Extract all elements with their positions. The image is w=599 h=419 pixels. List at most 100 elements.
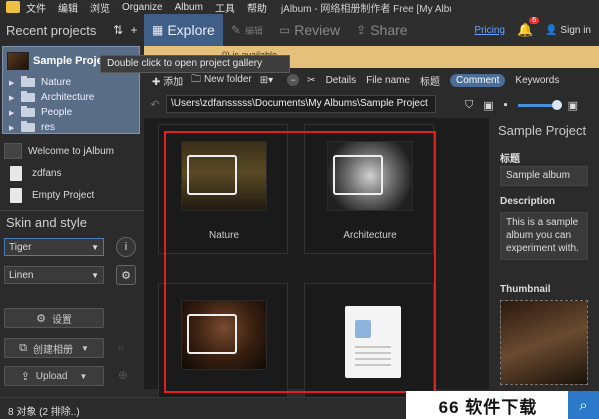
project-item-zdfans[interactable]: zdfans [0,162,144,184]
tab-edit[interactable]: ✎ 编辑 [223,14,271,46]
pricing-link[interactable]: Pricing [474,25,505,36]
slider-knob[interactable] [551,99,562,110]
settings-button[interactable]: ⚙ 设置 [4,308,104,328]
tree-item-architecture[interactable]: ▶ Architecture [9,90,94,105]
thumbnail-label: Thumbnail [500,284,551,295]
tab-label: Explore [167,22,215,38]
description-field[interactable]: This is a sample album you can experimen… [500,212,588,260]
add-icon: ✚ [152,76,161,88]
upload-button[interactable]: ⇪ Upload ▼ [4,366,104,386]
cut-icon[interactable]: ✂ [307,75,315,86]
skin-value: Tiger [9,241,32,253]
tree-item-label: Architecture [41,92,95,103]
image-size-icon[interactable]: ▪ [504,99,508,111]
thumbnail-size-slider[interactable] [517,99,562,110]
share-icon: ⇪ [356,23,367,37]
tab-review[interactable]: ▭ Review [271,14,348,46]
recent-projects-header: Recent projects ⇅ + [0,14,144,46]
project-label: Welcome to jAlbum [28,145,114,157]
title-field-label: 标题 [500,154,520,165]
preview-icon[interactable]: ⌕ [118,340,125,355]
description-label: Description [500,196,556,207]
large-image-icon[interactable]: ▣ [568,99,578,112]
document-icon [10,165,22,181]
jalbum-logo-icon [6,1,20,13]
add-special-button[interactable]: ⊞▾ [260,75,273,86]
menu-file[interactable]: 文件 [26,0,46,15]
notification-count-badge: 6 [529,17,540,24]
menu-organize[interactable]: Organize [122,2,163,13]
search-icon: ⌕ [568,391,599,419]
upload-icon: ⇪ [20,370,30,383]
chevron-down-icon[interactable]: ▼ [81,344,89,353]
folder-icon [21,121,35,132]
chevron-down-icon: ▼ [91,242,99,252]
highlight-annotation-box [164,131,436,393]
project-item-empty[interactable]: Empty Project [0,184,144,206]
thumbnail-preview[interactable] [500,300,588,385]
tab-label: 编辑 [244,25,263,36]
skin-info-button[interactable]: i [116,237,136,257]
review-icon: ▭ [278,23,291,37]
column-file-name[interactable]: File name [366,75,410,86]
settings-label: 设置 [51,314,72,326]
sign-in-button[interactable]: 👤 Sign in [545,25,591,36]
title-field[interactable]: Sample album [500,166,588,186]
tree-item-label: Nature [41,77,72,88]
tab-explore[interactable]: ▦ Explore [144,14,223,46]
skin-select[interactable]: Tiger ▼ [4,238,104,256]
style-select[interactable]: Linen ▼ [4,266,104,284]
new-folder-label: New folder [203,73,252,85]
expand-arrow-icon[interactable]: ▶ [9,124,17,132]
tree-item-people[interactable]: ▶ People [9,105,94,120]
explore-toolbar: ✚ 添加 🗀 New folder ⊞▾ − ✂ Details File na… [144,70,599,90]
gallery-scrollbar[interactable] [476,122,484,389]
expand-arrow-icon[interactable]: ▶ [9,94,17,102]
web-preview-icon[interactable]: ⊕ [118,368,128,382]
panel-title: Sample Project [498,123,587,138]
sign-in-label: Sign in [560,24,591,36]
tab-label: Review [294,22,341,38]
column-title[interactable]: 标题 [420,73,440,88]
menu-tools[interactable]: 工具 [215,0,235,15]
add-button[interactable]: ✚ 添加 [152,73,183,88]
upload-label: Upload [35,370,68,382]
sort-icon[interactable]: ⇅ [112,23,124,37]
info-icon: i [124,241,128,253]
notifications-button[interactable]: 🔔 6 [517,17,540,38]
gear-icon: ⚙ [121,269,131,282]
expand-arrow-icon[interactable]: ▶ [9,109,17,117]
project-item-welcome[interactable]: Welcome to jAlbum [0,140,144,162]
delete-icon[interactable]: − [287,74,300,86]
pencil-icon: ✎ [230,23,241,37]
back-arrow-icon[interactable]: ↶ [144,98,166,111]
menu-album[interactable]: Album [175,2,203,13]
menu-edit[interactable]: 编辑 [58,0,78,15]
add-label: 添加 [163,76,184,88]
style-value: Linen [9,269,34,281]
column-details[interactable]: Details [326,75,357,86]
make-album-label: 创建相册 [32,344,73,356]
column-comment[interactable]: Comment [450,73,506,87]
style-settings-button[interactable]: ⚙ [116,265,136,285]
add-project-icon[interactable]: + [128,23,140,37]
column-keywords[interactable]: Keywords [515,75,559,86]
expand-arrow-icon[interactable]: ▶ [9,79,17,87]
folder-icon [21,76,35,87]
bell-icon: 🔔 [517,22,534,37]
tree-item-nature[interactable]: ▶ Nature [9,75,94,90]
watermark-logo: 66 软件下载 [406,391,570,419]
view-controls: ⛉ ▣ ▪ ▣ [455,96,599,114]
path-field[interactable]: \Users\zdfansssss\Documents\My Albums\Sa… [166,95,436,113]
menu-browse[interactable]: 浏览 [90,0,110,15]
open-file-icon[interactable]: ▣ [483,99,493,112]
make-album-button[interactable]: ⧉ 创建相册 ▼ [4,338,104,358]
explore-icon: ▦ [152,23,164,37]
tab-share[interactable]: ⇪ Share [348,14,415,46]
filter-icon[interactable]: ⛉ [465,99,473,112]
new-folder-icon: 🗀 [191,73,202,85]
tree-item-res[interactable]: ▶ res [9,120,94,135]
chevron-down-icon[interactable]: ▼ [80,372,88,381]
new-folder-button[interactable]: 🗀 New folder [191,72,252,89]
menu-help[interactable]: 帮助 [247,0,267,15]
